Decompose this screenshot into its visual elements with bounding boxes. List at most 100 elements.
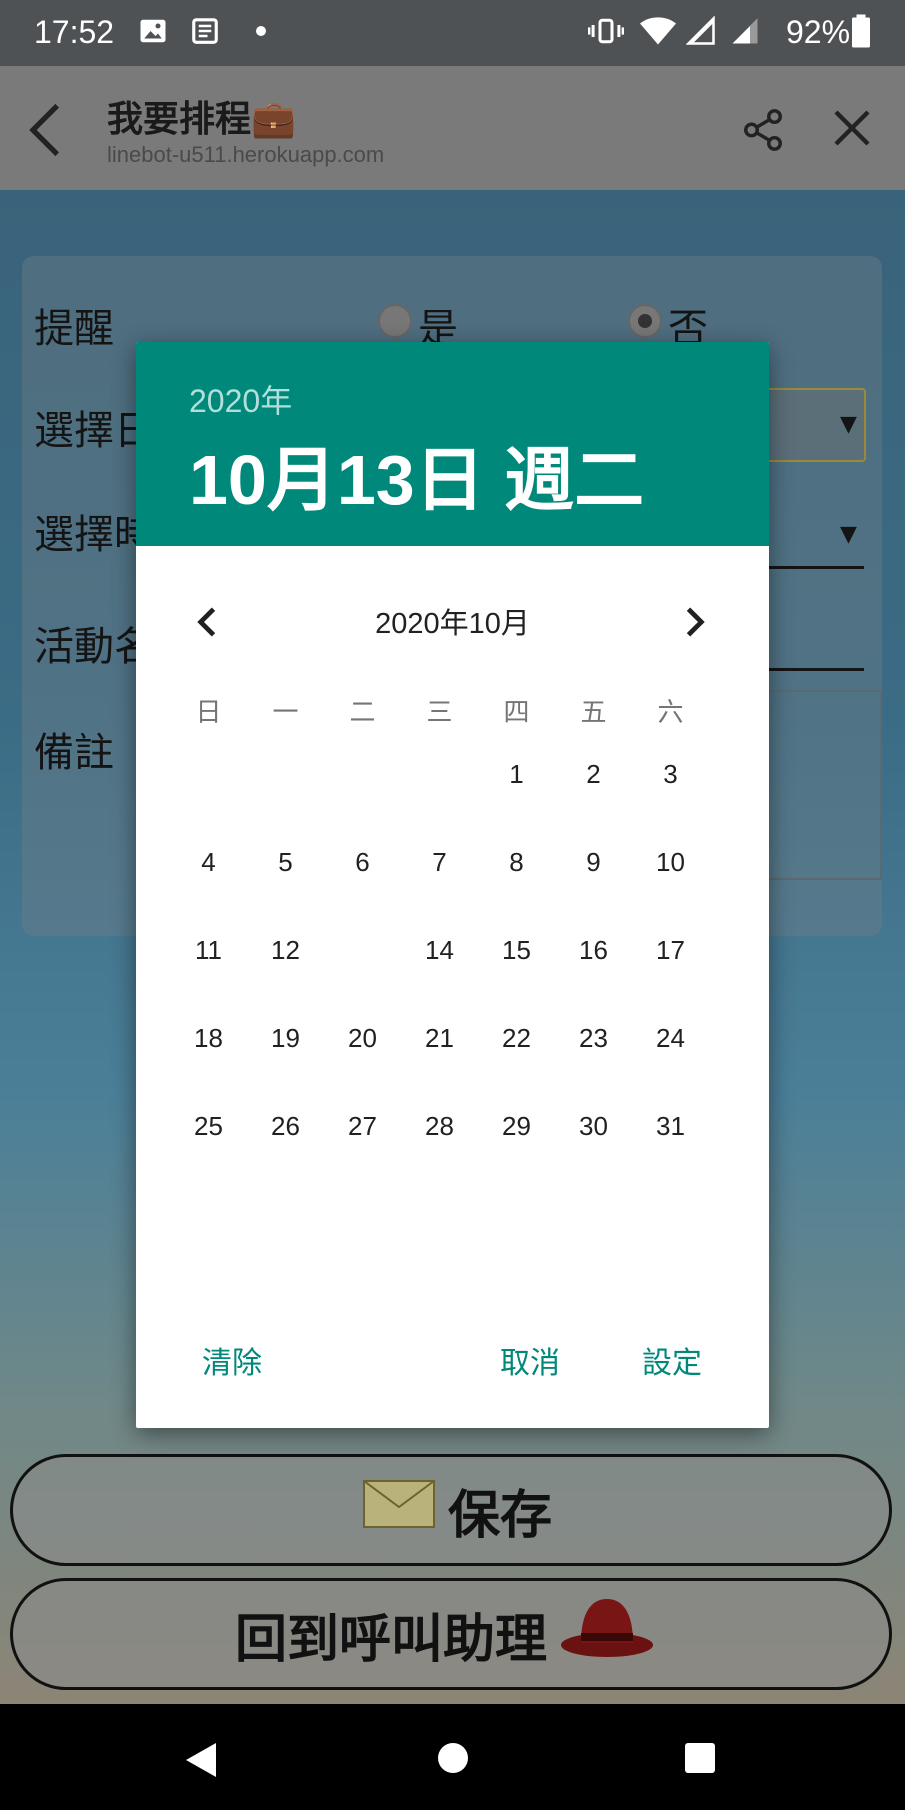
calendar-day[interactable]: 4 (170, 818, 247, 906)
calendar-day[interactable]: 8 (478, 818, 555, 906)
close-icon[interactable] (832, 108, 872, 148)
weekday-header: 三 (426, 697, 453, 727)
vibrate-icon (588, 18, 624, 44)
weekday-header: 日 (195, 697, 222, 727)
calendar-day-number: 26 (271, 1111, 300, 1141)
calendar-day[interactable]: 5 (247, 818, 324, 906)
calendar-day[interactable]: 25 (170, 1082, 247, 1170)
calendar-day-number: 15 (502, 935, 531, 965)
calendar-day-selected[interactable]: 13 (318, 906, 407, 994)
app-bar: 我要排程💼 linebot-u511.herokuapp.com (0, 66, 905, 190)
calendar-day-number: 21 (425, 1023, 454, 1053)
calendar-day-number: 2 (586, 759, 601, 789)
image-notification-icon (140, 19, 166, 43)
calendar-day[interactable]: 21 (401, 994, 478, 1082)
weekday-header: 二 (349, 697, 376, 727)
calendar-day-number: 17 (656, 935, 685, 965)
month-navigation: 2020年10月 (136, 592, 769, 652)
status-time: 17:52 (34, 14, 115, 50)
cancel-button[interactable]: 取消 (500, 1338, 560, 1382)
calendar-day-number: 12 (271, 935, 300, 965)
calendar-day-number: 3 (663, 759, 678, 789)
activity-name-input[interactable] (760, 668, 864, 671)
calendar-day[interactable]: 17 (632, 906, 709, 994)
calendar-day[interactable]: 18 (170, 994, 247, 1082)
note-textarea[interactable] (760, 690, 882, 880)
status-bar: 17:52 92% (0, 0, 905, 66)
calendar-day-number: 25 (194, 1111, 223, 1141)
nav-back-icon[interactable] (184, 1741, 218, 1779)
news-notification-icon (192, 18, 218, 44)
nav-home-icon[interactable] (437, 1742, 469, 1774)
note-label: 備註 (34, 730, 114, 776)
reminder-no-radio[interactable] (628, 304, 662, 338)
calendar-day-number: 29 (502, 1111, 531, 1141)
reminder-label: 提醒 (34, 306, 114, 352)
save-button-label: 保存 (447, 1485, 552, 1546)
save-button[interactable]: 保存 (10, 1454, 892, 1566)
calendar-day-number: 4 (201, 847, 216, 877)
calendar-day[interactable]: 30 (555, 1082, 632, 1170)
weekday-header: 一 (272, 697, 299, 727)
next-month-icon[interactable] (672, 600, 716, 644)
calendar-day[interactable]: 3 (632, 730, 709, 818)
time-select-underline (760, 566, 864, 569)
calendar-day-number: 23 (579, 1023, 608, 1053)
calendar-day[interactable]: 1 (478, 730, 555, 818)
system-nav-bar (0, 1704, 905, 1810)
time-dropdown-caret-icon[interactable]: ▼ (840, 522, 857, 547)
share-icon[interactable] (740, 106, 786, 154)
back-arrow-icon[interactable] (26, 102, 66, 158)
page-title: 我要排程💼 (107, 99, 296, 140)
calendar-day[interactable]: 2 (555, 730, 632, 818)
calendar-day-number: 27 (348, 1111, 377, 1141)
calendar-day[interactable]: 22 (478, 994, 555, 1082)
calendar-day-number: 8 (509, 847, 524, 877)
battery-percent: 92% (786, 14, 851, 50)
calendar-day[interactable]: 19 (247, 994, 324, 1082)
weekday-header: 四 (503, 697, 530, 727)
header-year[interactable]: 2020年 (189, 376, 292, 422)
weekday-header: 六 (657, 697, 684, 727)
calendar-day[interactable]: 29 (478, 1082, 555, 1170)
calendar-day-number: 7 (432, 847, 447, 877)
calendar-day-number: 30 (579, 1111, 608, 1141)
calendar-day-number: 1 (509, 759, 524, 789)
calendar-day-number: 9 (586, 847, 601, 877)
calendar-day[interactable]: 20 (324, 994, 401, 1082)
back-to-assistant-label: 回到呼叫助理 (234, 1609, 547, 1670)
calendar-day-number: 22 (502, 1023, 531, 1053)
calendar-day-number: 11 (195, 935, 222, 965)
clear-button[interactable]: 清除 (202, 1338, 262, 1382)
cell-signal-icon (732, 18, 758, 44)
date-picker-header: 2020年 10月13日 週二 (136, 342, 769, 546)
calendar-day[interactable]: 14 (401, 906, 478, 994)
calendar-day[interactable]: 26 (247, 1082, 324, 1170)
nav-recents-icon[interactable] (684, 1742, 716, 1774)
page-url: linebot-u511.herokuapp.com (107, 142, 385, 167)
envelope-icon (362, 1477, 436, 1544)
calendar-day[interactable]: 10 (632, 818, 709, 906)
calendar-day[interactable]: 9 (555, 818, 632, 906)
calendar-day[interactable]: 11 (170, 906, 247, 994)
battery-icon (852, 14, 870, 48)
calendar-day-number: 19 (271, 1023, 300, 1053)
calendar-day[interactable]: 6 (324, 818, 401, 906)
calendar-day[interactable]: 28 (401, 1082, 478, 1170)
weekday-header: 五 (580, 697, 607, 727)
calendar-day[interactable]: 15 (478, 906, 555, 994)
reminder-yes-radio[interactable] (378, 304, 412, 338)
calendar-day[interactable]: 7 (401, 818, 478, 906)
calendar-day[interactable]: 31 (632, 1082, 709, 1170)
calendar-day[interactable]: 27 (324, 1082, 401, 1170)
set-button[interactable]: 設定 (642, 1338, 702, 1382)
calendar-day[interactable]: 24 (632, 994, 709, 1082)
wifi-icon (640, 17, 676, 45)
back-to-assistant-button[interactable]: 回到呼叫助理 (10, 1578, 892, 1690)
date-picker-dialog: 2020年 10月13日 週二 2020年10月 日一二三四五六12345678… (136, 342, 769, 1428)
calendar-day[interactable]: 23 (555, 994, 632, 1082)
calendar-day-number: 20 (348, 1023, 377, 1053)
calendar-day-number: 6 (355, 847, 370, 877)
calendar-day[interactable]: 12 (247, 906, 324, 994)
calendar-day[interactable]: 16 (555, 906, 632, 994)
